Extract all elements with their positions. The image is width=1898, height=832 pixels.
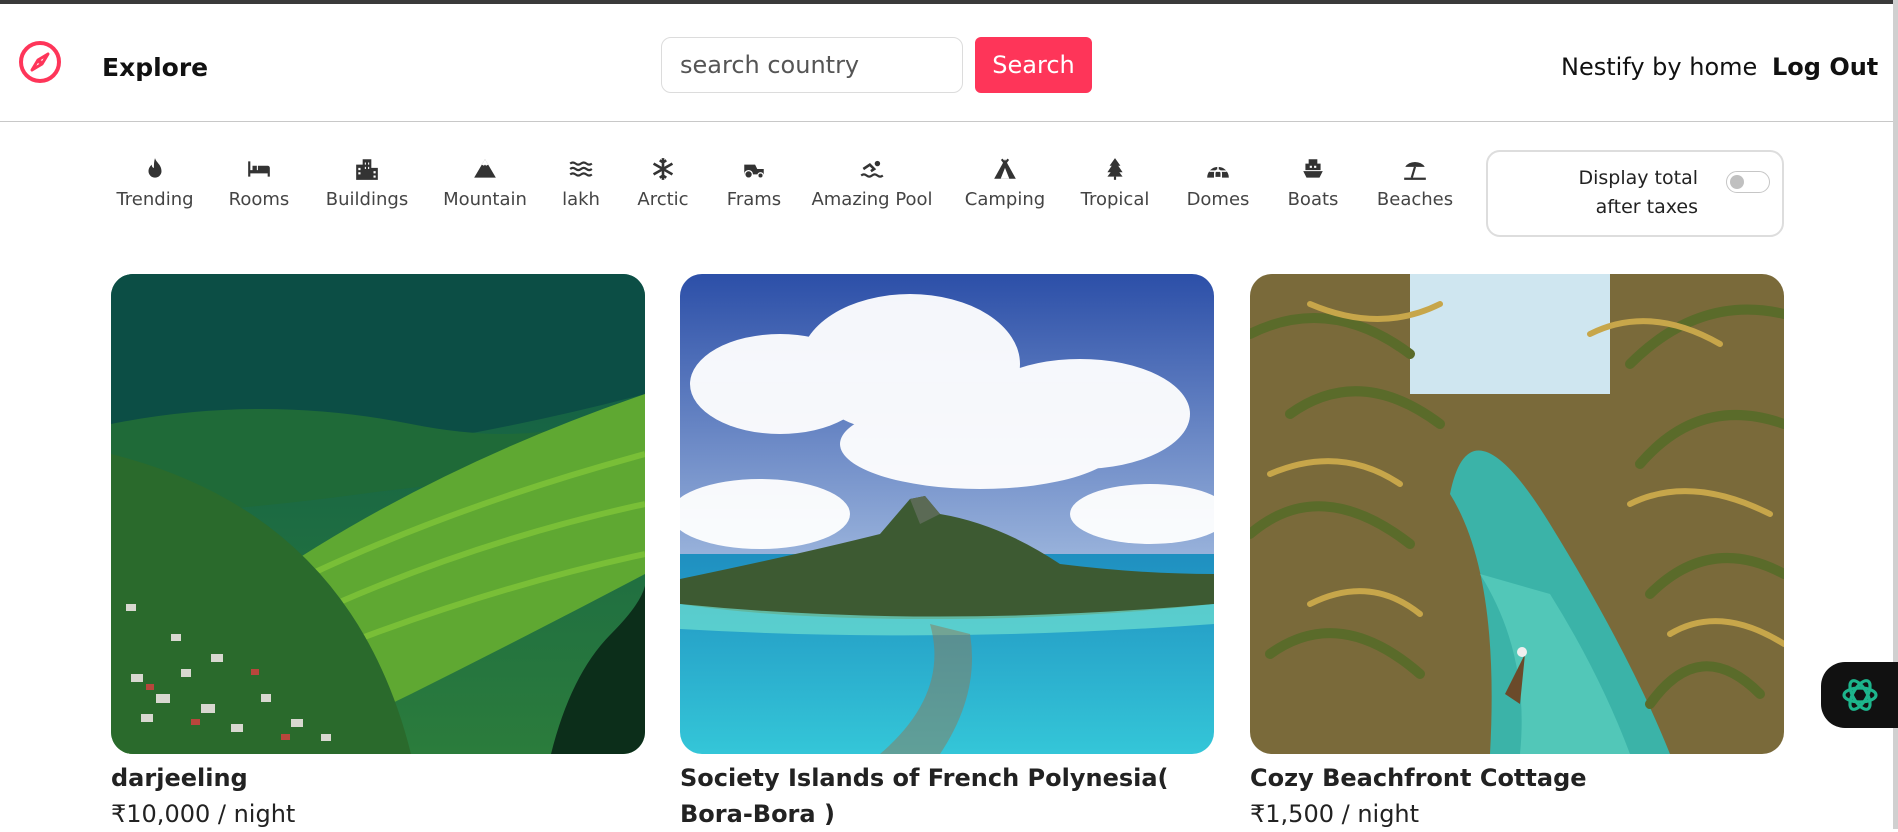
swimmer-icon — [860, 160, 884, 178]
filter-label: Camping — [964, 189, 1046, 210]
ship-icon — [1303, 159, 1323, 178]
snowflake-icon — [652, 158, 674, 180]
city-icon — [356, 159, 378, 180]
toggle-knob — [1730, 175, 1744, 189]
openai-logo-icon — [1842, 679, 1878, 711]
tax-toggle-switch[interactable] — [1726, 171, 1770, 193]
listing-title: Society Islands of French Polynesia( Bor… — [680, 764, 1169, 828]
filter-frams[interactable]: Frams — [689, 152, 819, 212]
tree-icon — [1107, 158, 1123, 180]
host-home-link[interactable]: Nestify by home — [1561, 53, 1757, 81]
tax-toggle-label: Display total after taxes — [1578, 167, 1698, 218]
filter-label: Amazing Pool — [811, 189, 933, 210]
water-icon — [569, 161, 593, 177]
igloo-icon — [1207, 164, 1229, 179]
filter-label: Boats — [1287, 189, 1339, 210]
bed-icon — [248, 161, 270, 177]
fire-icon — [148, 158, 162, 178]
filter-beaches[interactable]: Beaches — [1350, 152, 1480, 212]
ai-assistant-launcher[interactable] — [1821, 662, 1898, 728]
tractor-icon — [744, 164, 764, 179]
compass-icon[interactable] — [15, 37, 65, 87]
tea-garden-hills-photo[interactable] — [111, 274, 645, 754]
filter-label: Domes — [1186, 189, 1250, 210]
listing-card[interactable]: Cozy Beachfront Cottage ₹1,500 / night — [1250, 274, 1784, 832]
filter-label: Trending — [116, 189, 194, 210]
filter-label: Mountain — [443, 189, 527, 210]
filter-label: Tropical — [1080, 189, 1150, 210]
filter-label: Arctic — [637, 189, 689, 210]
filter-label: Beaches — [1376, 189, 1454, 210]
logout-link[interactable]: Log Out — [1772, 53, 1878, 81]
navbar: Explore Search Nestify by home Log Out — [0, 4, 1898, 122]
mountain-icon — [474, 159, 496, 178]
listing-card[interactable]: Society Islands of French Polynesia( Bor… — [680, 274, 1214, 832]
listing-title: darjeeling — [111, 764, 248, 792]
filter-label: lakh — [562, 189, 600, 210]
umbrella-beach-icon — [1404, 161, 1426, 180]
filter-label: Buildings — [325, 189, 409, 210]
listing-price: ₹1,500 / night — [1250, 800, 1420, 828]
tent-icon — [994, 158, 1016, 179]
filter-label: Rooms — [228, 189, 290, 210]
tax-toggle-panel: Display total after taxes — [1486, 150, 1784, 237]
listing-card[interactable]: darjeeling ₹10,000 / night — [111, 274, 645, 832]
filter-amazing-pool[interactable]: Amazing Pool — [807, 152, 937, 212]
explore-link[interactable]: Explore — [102, 53, 208, 82]
search-input[interactable] — [661, 37, 963, 93]
filter-buildings[interactable]: Buildings — [302, 152, 432, 212]
listing-title: Cozy Beachfront Cottage — [1250, 764, 1587, 792]
listing-price: ₹10,000 / night — [111, 800, 296, 828]
search-button[interactable]: Search — [975, 37, 1092, 93]
palm-lagoon-canoe-photo[interactable] — [1250, 274, 1784, 754]
bora-bora-island-photo[interactable] — [680, 274, 1214, 754]
filter-label: Frams — [726, 189, 782, 210]
